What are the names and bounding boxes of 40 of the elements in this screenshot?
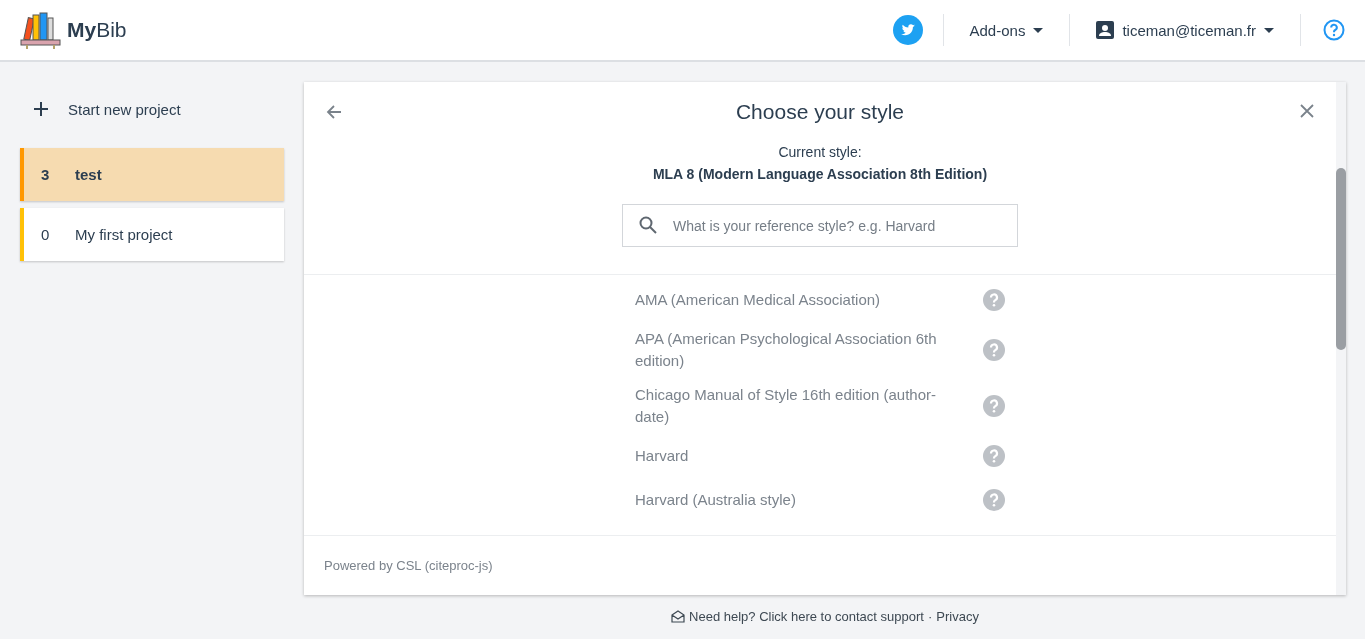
- caret-icon: [1264, 27, 1274, 33]
- help-icon[interactable]: [983, 445, 1005, 467]
- books-logo-icon: [20, 11, 61, 49]
- current-style-label: Current style:: [778, 144, 862, 160]
- project-name: My first project: [75, 226, 173, 243]
- help-icon[interactable]: [1323, 19, 1345, 41]
- style-option[interactable]: APA (American Psychological Association 6th edition): [635, 328, 950, 372]
- support-link[interactable]: Need help? Click here to contact support: [671, 609, 924, 624]
- scrollbar-thumb[interactable]: [1336, 168, 1346, 350]
- help-icon[interactable]: [983, 395, 1005, 417]
- project-item[interactable]: 3 test: [20, 148, 284, 201]
- help-icon[interactable]: [983, 489, 1005, 511]
- caret-icon: [1033, 27, 1044, 33]
- project-name: test: [75, 166, 102, 183]
- envelope-icon: [671, 610, 686, 623]
- project-count: 3: [41, 166, 51, 183]
- style-option[interactable]: Harvard: [635, 445, 950, 467]
- plus-icon: [34, 102, 48, 116]
- help-icon[interactable]: [983, 339, 1005, 361]
- addons-menu[interactable]: Add-ons: [943, 21, 1070, 39]
- project-count: 0: [41, 226, 51, 243]
- close-icon: [1300, 104, 1314, 118]
- style-option[interactable]: Chicago Manual of Style 16th edition (author-date): [635, 384, 950, 428]
- close-button[interactable]: [1298, 102, 1316, 120]
- user-card-icon: [1096, 21, 1115, 39]
- style-option[interactable]: Harvard (Australia style): [635, 489, 950, 511]
- brand-name: MyBib: [67, 18, 127, 42]
- account-menu[interactable]: ticeman@ticeman.fr: [1070, 21, 1300, 39]
- help-icon[interactable]: [983, 289, 1005, 311]
- current-style-name: MLA 8 (Modern Language Association 8th Edition): [652, 166, 988, 182]
- style-option[interactable]: AMA (American Medical Association): [635, 289, 950, 311]
- project-item[interactable]: 0 My first project: [20, 208, 284, 261]
- powered-by-text: Powered by CSL (citeproc-js): [324, 558, 493, 573]
- dialog-title: Choose your style: [735, 100, 905, 124]
- new-project-button[interactable]: Start new project: [20, 82, 284, 136]
- style-search-field[interactable]: What is your reference style? e.g. Harvard: [622, 204, 1018, 247]
- privacy-link[interactable]: Privacy: [936, 609, 979, 624]
- arrow-left-icon: [326, 104, 342, 120]
- separator-dot: ·: [927, 609, 933, 624]
- bird-icon[interactable]: [892, 15, 923, 45]
